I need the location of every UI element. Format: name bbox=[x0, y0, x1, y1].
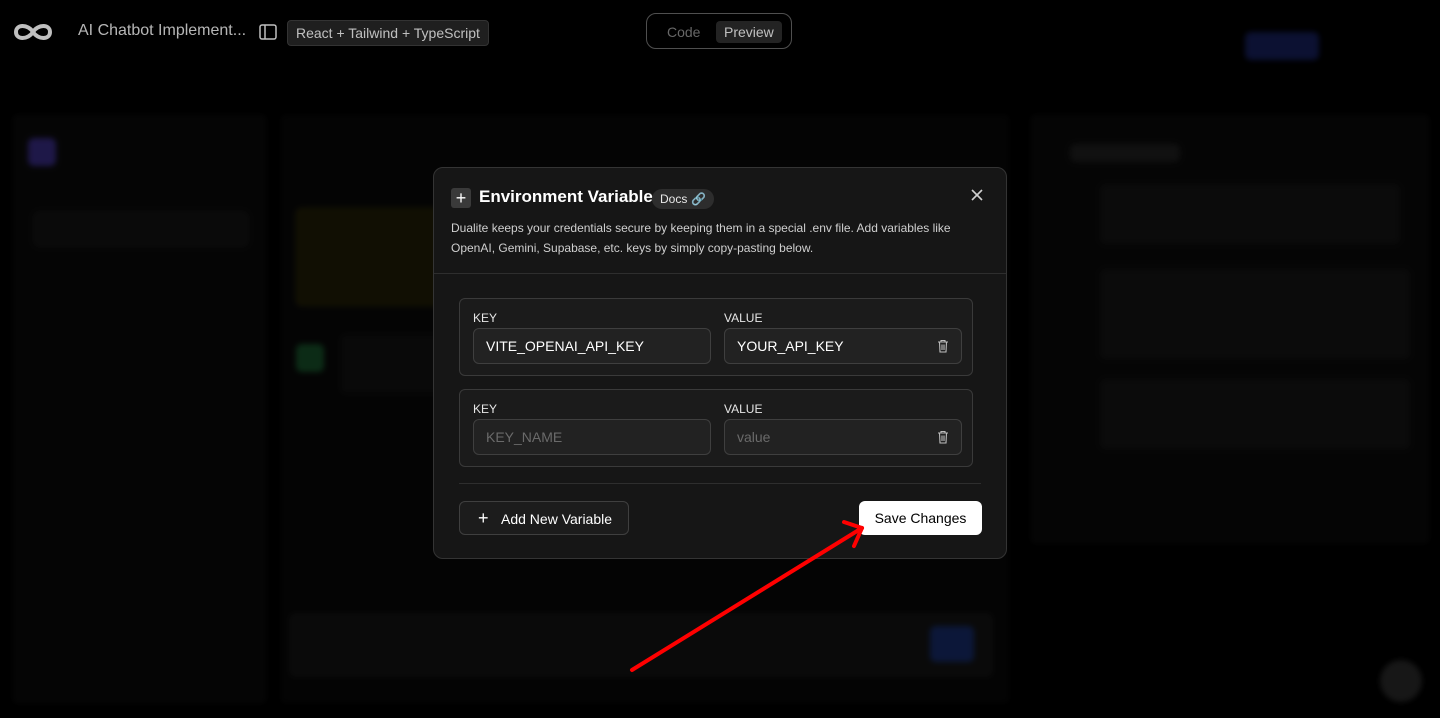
add-variable-label: Add New Variable bbox=[501, 511, 613, 527]
trash-icon[interactable] bbox=[937, 339, 949, 353]
save-changes-button[interactable]: Save Changes bbox=[859, 501, 982, 535]
trash-icon[interactable] bbox=[937, 430, 949, 444]
value-input[interactable]: value bbox=[724, 419, 962, 455]
key-input[interactable]: KEY_NAME bbox=[473, 419, 711, 455]
modal-description: Dualite keeps your credentials secure by… bbox=[451, 221, 951, 255]
modal-header: + Environment Variables Docs 🔗 Dualite ke… bbox=[434, 168, 1006, 274]
value-text: YOUR_API_KEY bbox=[737, 338, 844, 354]
footer-divider bbox=[459, 483, 981, 484]
plus-icon: + bbox=[478, 508, 489, 528]
value-label: VALUE bbox=[724, 402, 763, 416]
env-variable-row: KEY VALUE KEY_NAME value bbox=[459, 389, 973, 467]
modal-title: Environment Variables bbox=[479, 187, 663, 206]
close-icon[interactable] bbox=[970, 188, 984, 202]
link-icon: 🔗 bbox=[691, 192, 707, 206]
value-input[interactable]: YOUR_API_KEY bbox=[724, 328, 962, 364]
plus-square-icon: + bbox=[451, 188, 471, 208]
add-variable-button[interactable]: + Add New Variable bbox=[459, 501, 629, 535]
env-variable-row: KEY VALUE VITE_OPENAI_API_KEY YOUR_API_K… bbox=[459, 298, 973, 376]
value-placeholder: value bbox=[737, 429, 771, 445]
docs-link[interactable]: Docs 🔗 bbox=[652, 189, 715, 209]
value-label: VALUE bbox=[724, 311, 763, 325]
docs-label: Docs bbox=[660, 192, 688, 206]
key-label: KEY bbox=[473, 311, 498, 325]
key-label: KEY bbox=[473, 402, 498, 416]
env-variables-modal: + Environment Variables Docs 🔗 Dualite ke… bbox=[433, 167, 1007, 559]
key-input[interactable]: VITE_OPENAI_API_KEY bbox=[473, 328, 711, 364]
